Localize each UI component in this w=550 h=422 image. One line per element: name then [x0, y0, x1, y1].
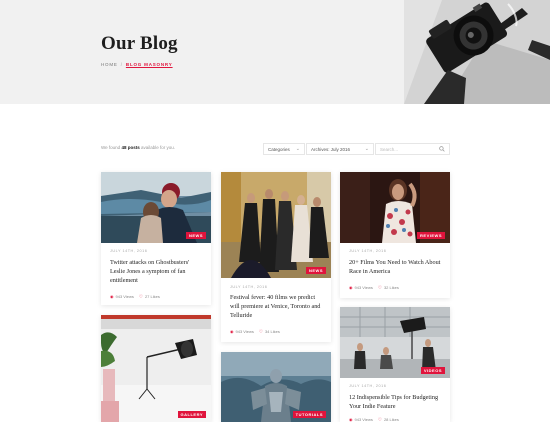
- post-date: July 14th, 2016: [349, 249, 387, 253]
- post-date: July 14th, 2016: [349, 384, 387, 388]
- post-likes: 32 Likes: [383, 285, 399, 290]
- post-image[interactable]: Gallery: [101, 315, 211, 422]
- page-title: Our Blog: [101, 33, 178, 54]
- categories-select[interactable]: Categories ⌄: [263, 143, 305, 155]
- post-title[interactable]: Twitter attacks on Ghostbusters' Leslie …: [110, 258, 203, 285]
- heart-icon[interactable]: ♡: [378, 417, 382, 422]
- results-count-text: We found 48 posts available for you.: [101, 145, 175, 150]
- post-title[interactable]: 12 Indispensible Tips for Budgeting Your…: [349, 393, 442, 411]
- results-suffix: available for you.: [140, 145, 176, 150]
- post-card[interactable]: News July 14th, 2016 Twitter attacks on …: [101, 172, 211, 305]
- post-card[interactable]: Reviews July 14th, 2016 20+ Films You Ne…: [340, 172, 450, 298]
- post-image[interactable]: News: [221, 172, 331, 278]
- post-image[interactable]: Videos: [340, 307, 450, 378]
- post-meta: ◉ 943 Views ♡ 32 Likes: [349, 285, 399, 291]
- eye-icon: ◉: [349, 285, 353, 290]
- post-title[interactable]: 20+ Films You Need to Watch About Race i…: [349, 258, 442, 276]
- archives-select[interactable]: Archives: July 2016 ⌄: [306, 143, 374, 155]
- category-badge[interactable]: Reviews: [417, 232, 445, 239]
- post-image[interactable]: Reviews: [340, 172, 450, 243]
- post-date: July 14th, 2016: [110, 249, 148, 253]
- post-views: 943 Views: [115, 294, 134, 299]
- eye-icon: ◉: [110, 294, 114, 299]
- heart-icon[interactable]: ♡: [259, 329, 263, 334]
- post-title[interactable]: Festival fever: 40 films we predict will…: [230, 293, 323, 320]
- category-badge[interactable]: News: [186, 232, 206, 239]
- chevron-down-icon: ⌄: [295, 146, 300, 152]
- categories-select-value: Categories: [268, 147, 290, 152]
- hero-camera-image: [404, 0, 550, 104]
- post-likes: 27 Likes: [144, 294, 160, 299]
- category-badge[interactable]: Videos: [420, 367, 445, 374]
- heart-icon[interactable]: ♡: [139, 294, 143, 299]
- archives-select-value: Archives: July 2016: [311, 147, 351, 152]
- post-views: 943 Views: [354, 285, 373, 290]
- search-input[interactable]: Search...: [375, 143, 450, 155]
- breadcrumb: Home / Blog Masonry: [101, 62, 173, 67]
- search-icon[interactable]: [439, 146, 445, 152]
- eye-icon: ◉: [230, 329, 234, 334]
- post-meta: ◉ 943 Views ♡ 34 Likes: [230, 329, 280, 335]
- heart-icon[interactable]: ♡: [378, 285, 382, 290]
- chevron-down-icon: ⌄: [364, 146, 369, 152]
- breadcrumb-current: Blog Masonry: [125, 62, 173, 67]
- post-likes: 34 Likes: [264, 329, 280, 334]
- post-card[interactable]: News July 14th, 2016 Festival fever: 40 …: [221, 172, 331, 342]
- post-image[interactable]: News: [101, 172, 211, 243]
- post-card[interactable]: Videos July 14th, 2016 12 Indispensible …: [340, 307, 450, 422]
- category-badge[interactable]: Tutorials: [292, 411, 326, 418]
- breadcrumb-home-link[interactable]: Home: [101, 62, 118, 67]
- category-badge[interactable]: Gallery: [177, 411, 206, 418]
- post-card[interactable]: Tutorials: [221, 352, 331, 422]
- post-meta: ◉ 943 Views ♡ 28 Likes: [349, 417, 399, 422]
- breadcrumb-separator: /: [120, 62, 123, 67]
- post-views: 943 Views: [235, 329, 254, 334]
- post-meta: ◉ 943 Views ♡ 27 Likes: [110, 294, 160, 300]
- post-date: July 14th, 2016: [230, 285, 268, 289]
- post-image[interactable]: Tutorials: [221, 352, 331, 422]
- post-card[interactable]: Gallery: [101, 315, 211, 422]
- category-badge[interactable]: News: [306, 267, 326, 274]
- search-placeholder: Search...: [380, 147, 399, 152]
- post-views: 943 Views: [354, 417, 373, 422]
- results-count: 48 posts: [121, 145, 140, 150]
- page-header: Our Blog Home / Blog Masonry: [0, 0, 550, 104]
- eye-icon: ◉: [349, 417, 353, 422]
- post-likes: 28 Likes: [383, 417, 399, 422]
- results-prefix: We found: [101, 145, 121, 150]
